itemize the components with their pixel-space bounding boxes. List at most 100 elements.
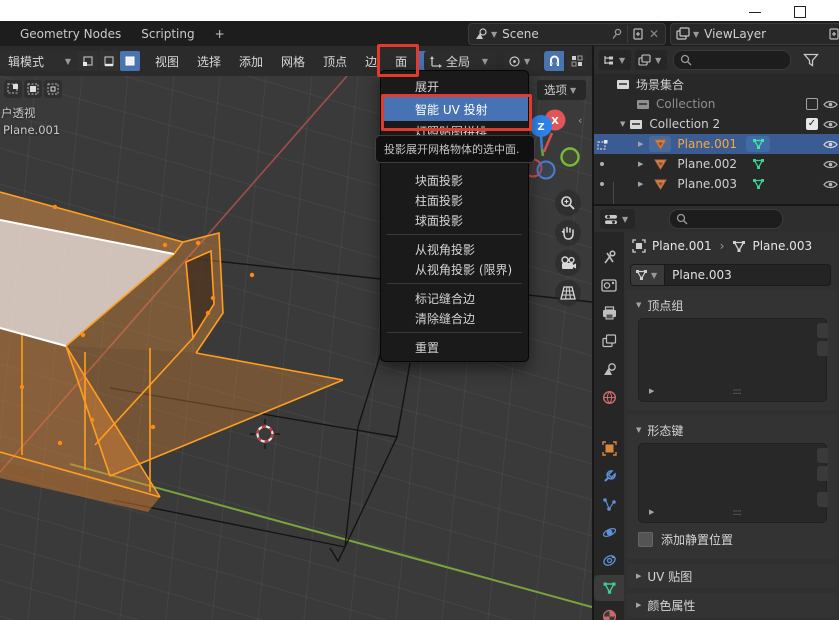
- outliner-row-plane003[interactable]: ▶ Plane.003: [594, 174, 839, 194]
- maximize-button[interactable]: [793, 4, 807, 18]
- tab-tool[interactable]: [594, 244, 624, 270]
- specials-button-stub[interactable]: [817, 492, 828, 507]
- menu-item-clear-seam[interactable]: 清除缝合边: [381, 308, 528, 328]
- sidebar-collapse-arrow[interactable]: ‹: [578, 114, 582, 127]
- menu-face[interactable]: 面: [386, 51, 416, 71]
- eye-icon[interactable]: [823, 159, 838, 170]
- uv-maps-header[interactable]: ▶ UV 贴图: [626, 564, 837, 588]
- add-button-stub[interactable]: [817, 448, 828, 463]
- expand-arrow-icon[interactable]: ▶: [638, 160, 643, 168]
- pivot-point-dropdown[interactable]: ▼: [504, 51, 542, 71]
- select-extend-button[interactable]: [24, 80, 42, 98]
- outliner-search-input[interactable]: [673, 50, 791, 70]
- menu-mesh[interactable]: 网格: [272, 51, 314, 71]
- edge-select-button[interactable]: [99, 51, 119, 71]
- rest-position-checkbox[interactable]: [638, 532, 653, 547]
- new-scene-icon[interactable]: [632, 28, 645, 41]
- outliner-row-scene-collection[interactable]: 场景集合: [594, 74, 839, 94]
- datablock-type-dropdown[interactable]: ▼: [630, 264, 664, 286]
- proportional-editing-toggle[interactable]: [567, 51, 587, 71]
- resize-grip[interactable]: ::::: [733, 387, 741, 397]
- add-button-stub[interactable]: [817, 323, 828, 338]
- zoom-button[interactable]: [555, 190, 581, 216]
- face-select-button[interactable]: [120, 51, 140, 71]
- snap-toggle[interactable]: [544, 51, 564, 71]
- tab-particles[interactable]: [594, 491, 624, 517]
- menu-item-smart-uv-project[interactable]: 智能 UV 投射: [381, 97, 528, 121]
- camera-view-button[interactable]: [555, 250, 581, 276]
- toggle-perspective-button[interactable]: [555, 280, 581, 306]
- outliner-row-collection[interactable]: Collection: [594, 94, 839, 114]
- datablock-name-input[interactable]: Plane.003: [664, 264, 831, 286]
- list-expand-icon[interactable]: ▶: [649, 387, 654, 395]
- mesh-data-icon[interactable]: [752, 178, 765, 190]
- menu-item-reset[interactable]: 重置: [381, 337, 528, 357]
- options-dropdown[interactable]: 选项 ▼: [536, 79, 587, 101]
- tab-modifiers[interactable]: [594, 463, 624, 489]
- eye-icon[interactable]: [823, 139, 838, 150]
- breadcrumb-object[interactable]: Plane.001: [652, 239, 712, 253]
- menu-edge[interactable]: 边: [356, 51, 386, 71]
- remove-button-stub[interactable]: [817, 341, 828, 356]
- menu-select[interactable]: 选择: [188, 51, 230, 71]
- menu-view[interactable]: 视图: [146, 51, 188, 71]
- eye-icon[interactable]: [823, 179, 838, 190]
- properties-search-input[interactable]: [669, 209, 783, 229]
- select-set-button[interactable]: [4, 80, 22, 98]
- tab-constraints[interactable]: [594, 547, 624, 573]
- tab-geometry-nodes[interactable]: Geometry Nodes: [10, 21, 131, 46]
- outliner-row-plane002[interactable]: ▶ Plane.002: [594, 154, 839, 174]
- mesh-data-icon[interactable]: [752, 158, 765, 170]
- pin-icon[interactable]: [611, 28, 623, 40]
- menu-vertex[interactable]: 顶点: [314, 51, 356, 71]
- unlink-icon[interactable]: ✕: [649, 27, 659, 41]
- editor-type-dropdown[interactable]: ▼: [600, 209, 635, 229]
- menu-item-unwrap[interactable]: 展开: [381, 76, 528, 97]
- expand-arrow-icon[interactable]: ▶: [638, 140, 643, 148]
- tab-material[interactable]: [594, 603, 624, 620]
- display-mode-dropdown[interactable]: ▼: [599, 50, 631, 70]
- tab-scene[interactable]: [594, 356, 624, 382]
- tab-world[interactable]: [594, 384, 624, 410]
- mesh-data-icon-frame[interactable]: [746, 136, 770, 152]
- collection-checkbox[interactable]: [806, 98, 818, 110]
- remove-button-stub[interactable]: [817, 466, 828, 481]
- breadcrumb-data[interactable]: Plane.003: [752, 239, 812, 253]
- collection-checkbox[interactable]: ✓: [806, 118, 818, 130]
- resize-grip[interactable]: ::::: [733, 508, 741, 518]
- expand-arrow-icon[interactable]: ▼: [620, 120, 625, 128]
- filter-funnel-icon[interactable]: [803, 53, 819, 67]
- eye-icon[interactable]: [823, 99, 838, 110]
- add-workspace-button[interactable]: +: [205, 21, 235, 46]
- tab-scripting[interactable]: Scripting: [131, 21, 204, 46]
- tab-render[interactable]: [594, 272, 624, 298]
- filter-id-dropdown[interactable]: ▼: [635, 50, 667, 70]
- minimize-button[interactable]: [748, 4, 762, 18]
- eye-icon[interactable]: [823, 119, 838, 130]
- tab-object[interactable]: [594, 435, 624, 461]
- outliner-row-collection2[interactable]: ▼ Collection 2 ✓: [594, 114, 839, 134]
- vertex-groups-list[interactable]: ▶ ::::: [638, 318, 827, 402]
- vertex-select-button[interactable]: [78, 51, 98, 71]
- list-expand-icon[interactable]: ▶: [649, 508, 654, 516]
- outliner-row-plane001[interactable]: ▶ Plane.001: [594, 134, 839, 154]
- shape-keys-list[interactable]: ▶ ::::: [638, 443, 827, 523]
- menu-item-project-from-view[interactable]: 从视角投影: [381, 239, 528, 259]
- tab-view-layer[interactable]: [594, 328, 624, 354]
- menu-item-cylinder-projection[interactable]: 柱面投影: [381, 190, 528, 210]
- menu-add[interactable]: 添加: [230, 51, 272, 71]
- menu-item-cube-projection[interactable]: 块面投影: [381, 170, 528, 190]
- menu-item-sphere-projection[interactable]: 球面投影: [381, 210, 528, 230]
- shape-keys-header[interactable]: ▼ 形态键: [626, 419, 837, 441]
- menu-item-mark-seam[interactable]: 标记缝合边: [381, 288, 528, 308]
- tab-output[interactable]: [594, 300, 624, 326]
- select-subtract-button[interactable]: [44, 80, 62, 98]
- new-layer-icon[interactable]: [828, 28, 839, 41]
- menu-item-project-from-view-bounds[interactable]: 从视角投影 (限界): [381, 259, 528, 279]
- tab-object-data[interactable]: [594, 575, 624, 601]
- transform-orientation-dropdown[interactable]: 全局 ▼: [424, 51, 496, 71]
- color-attributes-header[interactable]: ▶ 颜色属性: [626, 593, 837, 617]
- vertex-groups-header[interactable]: ▼ 顶点组: [626, 294, 837, 316]
- expand-arrow-icon[interactable]: ▶: [638, 180, 643, 188]
- pan-button[interactable]: [555, 220, 581, 246]
